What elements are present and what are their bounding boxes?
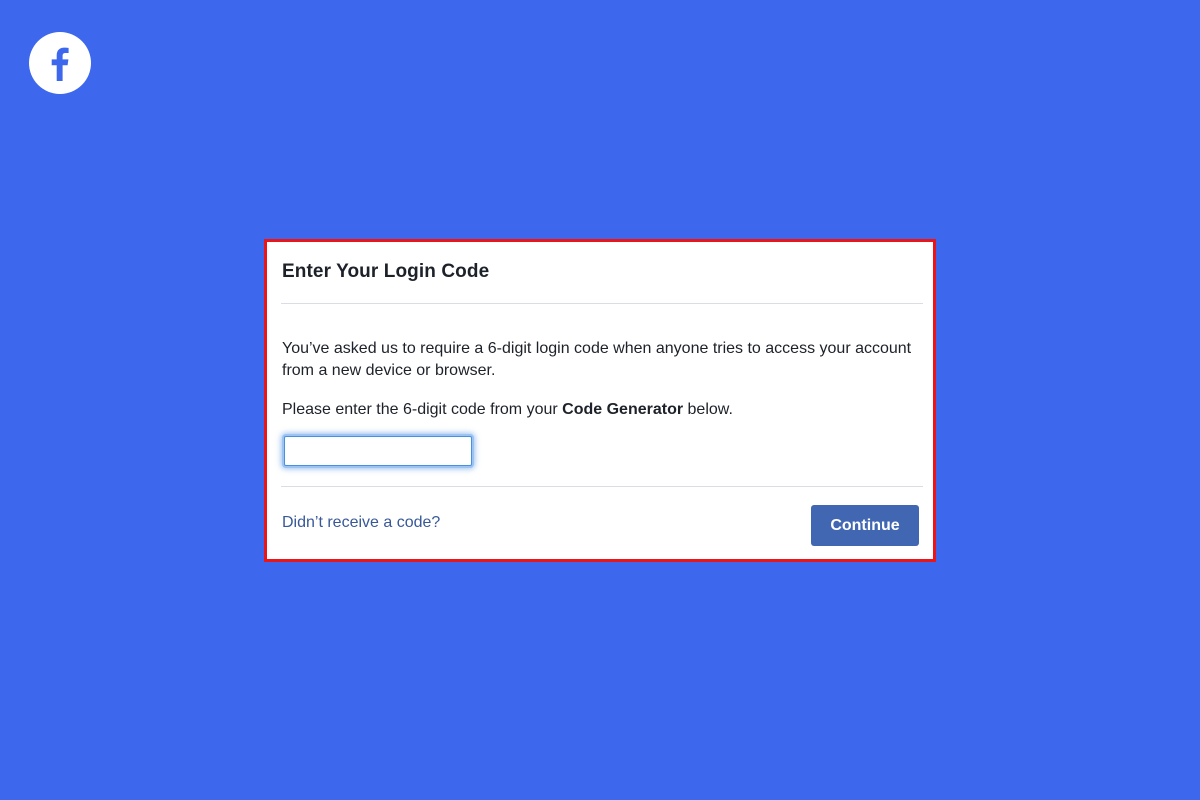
dialog-description: You’ve asked us to require a 6-digit log…	[282, 340, 912, 379]
code-instruction: Please enter the 6-digit code from your …	[282, 399, 733, 421]
login-code-dialog: Enter Your Login Code You’ve asked us to…	[264, 239, 936, 562]
code-generator-label: Code Generator	[562, 401, 684, 418]
continue-button[interactable]: Continue	[811, 505, 919, 546]
resend-code-link[interactable]: Didn’t receive a code?	[282, 514, 440, 532]
instruction-prefix: Please enter the 6-digit code from your	[282, 401, 563, 418]
dialog-title: Enter Your Login Code	[282, 261, 490, 282]
facebook-f-icon	[51, 47, 69, 81]
footer-divider	[281, 486, 923, 487]
login-code-input[interactable]	[284, 436, 472, 466]
instruction-suffix: below.	[683, 401, 733, 418]
header-divider	[281, 303, 923, 304]
facebook-logo-icon	[29, 32, 91, 94]
